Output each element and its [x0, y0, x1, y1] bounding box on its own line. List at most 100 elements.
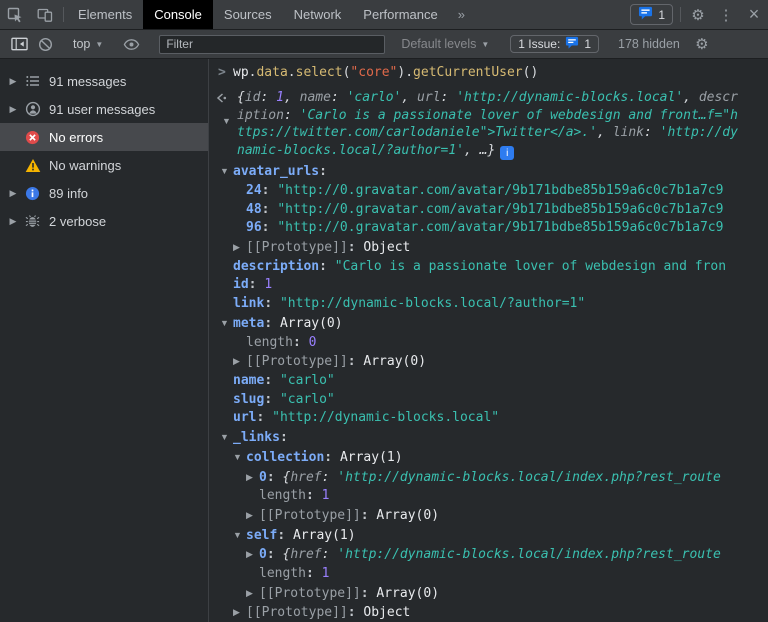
tree-row[interactable]: ▼_links:	[209, 428, 768, 448]
code-segment-key: 48	[246, 202, 262, 217]
sidebar-item-label: 2 verbose	[49, 214, 106, 229]
code-segment-ppunct: :	[322, 470, 338, 485]
collapse-icon[interactable]: ▼	[220, 162, 233, 181]
tree-row[interactable]: ▶[[Prototype]]: Array(0)	[209, 584, 768, 604]
filter-input[interactable]	[159, 35, 385, 54]
sidebar-item-91-messages[interactable]: ▶91 messages	[0, 67, 208, 95]
live-expression-eye-icon[interactable]	[118, 33, 144, 55]
tree-row[interactable]: link: "http://dynamic-blocks.local/?auth…	[209, 295, 768, 314]
tab-sources[interactable]: Sources	[213, 0, 283, 29]
console-sidebar-toggle-icon[interactable]	[6, 33, 32, 55]
tree-row[interactable]: length: 0	[209, 334, 768, 353]
tree-row[interactable]: description: "Carlo is a passionate love…	[209, 258, 768, 277]
sidebar-item-89-info[interactable]: ▶89 info	[0, 179, 208, 207]
tree-row[interactable]: slug: "carlo"	[209, 391, 768, 410]
tab-elements[interactable]: Elements	[67, 0, 143, 29]
code-segment-key: slug	[233, 392, 264, 407]
list-icon	[24, 73, 41, 90]
code-segment-colon: :	[280, 430, 288, 445]
code-segment-dim: [[Prototype]]	[246, 240, 348, 255]
settings-gear-icon[interactable]: ⚙	[684, 0, 712, 29]
expand-icon[interactable]: ▶	[233, 352, 246, 371]
tree-row[interactable]: ▼meta: Array(0)	[209, 314, 768, 334]
code-segment-key: 0	[259, 547, 267, 562]
tree-row[interactable]: ▶[[Prototype]]: Object	[209, 238, 768, 258]
tree-row[interactable]: 96: "http://0.gravatar.com/avatar/9b171b…	[209, 219, 768, 238]
tab-network[interactable]: Network	[283, 0, 353, 29]
issue-count: 1	[658, 8, 665, 22]
tree-row[interactable]: ▶[[Prototype]]: Array(0)	[209, 352, 768, 372]
sidebar-item-91-user-messages[interactable]: ▶91 user messages	[0, 95, 208, 123]
code-segment-ppunct: :	[322, 547, 338, 562]
console-toolbar: top ▼ Default levels ▼ 1 Issue: 1 178 hi…	[0, 30, 768, 59]
expander-icon[interactable]: ▶	[0, 216, 20, 227]
tree-row[interactable]: ▼collection: Array(1)	[209, 448, 768, 468]
code-segment-val: Array(0)	[376, 586, 439, 601]
expand-icon[interactable]: ▶	[233, 238, 246, 257]
tree-row[interactable]: name: "carlo"	[209, 372, 768, 391]
kebab-menu-icon[interactable]: ⋮	[712, 0, 740, 29]
message-info-icon[interactable]: i	[500, 146, 514, 160]
expand-icon[interactable]: ▶	[246, 545, 259, 564]
tab-performance[interactable]: Performance	[352, 0, 448, 29]
clear-console-icon[interactable]	[32, 33, 58, 55]
log-levels-dropdown[interactable]: Default levels ▼	[391, 37, 499, 51]
expand-icon[interactable]: ▶	[246, 506, 259, 525]
tree-row[interactable]: id: 1	[209, 276, 768, 295]
code-segment-val: Object	[363, 605, 410, 620]
object-expander-icon[interactable]: ▼	[222, 116, 231, 126]
tree-row[interactable]: ▶[[Prototype]]: Array(0)	[209, 506, 768, 526]
collapse-icon[interactable]: ▼	[220, 428, 233, 447]
hidden-messages-count: 178 hidden	[610, 37, 688, 51]
code-segment-colon: :	[267, 470, 283, 485]
expand-icon[interactable]: ▶	[233, 603, 246, 622]
code-segment-dim: length	[259, 488, 306, 503]
devtools-window: ElementsConsoleSourcesNetworkPerformance…	[0, 0, 768, 622]
sidebar-item-no-errors[interactable]: No errors	[0, 123, 208, 151]
tree-row[interactable]: length: 1	[209, 565, 768, 584]
code-segment-pstr: 'http://dynamic-blocks.local/index.php?r…	[337, 470, 721, 485]
issues-counter-button[interactable]: 1	[630, 4, 673, 25]
expander-icon[interactable]: ▶	[0, 76, 20, 87]
tree-row[interactable]: ▼avatar_urls:	[209, 162, 768, 182]
sidebar-item-2-verbose[interactable]: ▶ 2 verbose	[0, 207, 208, 235]
close-devtools-icon[interactable]: ×	[740, 0, 768, 29]
returned-value-arrow-icon	[215, 92, 228, 108]
code-segment-val: Array(0)	[376, 508, 439, 523]
tree-row[interactable]: ▶[[Prototype]]: Object	[209, 603, 768, 622]
tree-row[interactable]: ▼self: Array(1)	[209, 526, 768, 546]
tree-row[interactable]: ▶0: {href: 'http://dynamic-blocks.local/…	[209, 468, 768, 488]
issues-pill-button[interactable]: 1 Issue: 1	[510, 35, 599, 53]
more-tabs-button[interactable]: »	[449, 0, 474, 29]
code-segment-key: _links	[233, 430, 280, 445]
collapse-icon[interactable]: ▼	[233, 526, 246, 545]
code-segment-colon: :	[264, 316, 280, 331]
console-command-row: > wp.data.select("core").getCurrentUser(…	[209, 63, 768, 83]
expander-icon[interactable]: ▶	[0, 104, 20, 115]
collapse-icon[interactable]: ▼	[233, 448, 246, 467]
tree-row[interactable]: 24: "http://0.gravatar.com/avatar/9b171b…	[209, 182, 768, 201]
javascript-context-selector[interactable]: top ▼	[65, 37, 111, 51]
code-segment-ppunct: :	[441, 90, 457, 105]
sidebar-item-label: No errors	[49, 130, 103, 145]
tree-row[interactable]: length: 1	[209, 487, 768, 506]
code-segment-str: "carlo"	[280, 373, 335, 388]
expand-icon[interactable]: ▶	[246, 584, 259, 603]
inspect-element-icon[interactable]	[0, 0, 30, 29]
expand-icon[interactable]: ▶	[246, 468, 259, 487]
collapse-icon[interactable]: ▼	[220, 314, 233, 333]
tree-row[interactable]: url: "http://dynamic-blocks.local"	[209, 409, 768, 428]
code-segment-pkey: link	[613, 125, 644, 140]
console-settings-gear-icon[interactable]: ⚙	[688, 35, 716, 53]
tree-row[interactable]: 48: "http://0.gravatar.com/avatar/9b171b…	[209, 201, 768, 220]
expander-icon[interactable]: ▶	[0, 188, 20, 199]
code-segment-val: Object	[363, 240, 410, 255]
tab-console[interactable]: Console	[143, 0, 213, 29]
sidebar-item-no-warnings[interactable]: No warnings	[0, 151, 208, 179]
console-messages: > wp.data.select("core").getCurrentUser(…	[209, 59, 768, 622]
chevron-down-icon: ▼	[95, 40, 103, 49]
tree-row[interactable]: ▶0: {href: 'http://dynamic-blocks.local/…	[209, 545, 768, 565]
code-segment-str: "http://dynamic-blocks.local"	[272, 410, 499, 425]
issue-count: 1	[584, 37, 591, 51]
device-toolbar-icon[interactable]	[30, 0, 60, 29]
